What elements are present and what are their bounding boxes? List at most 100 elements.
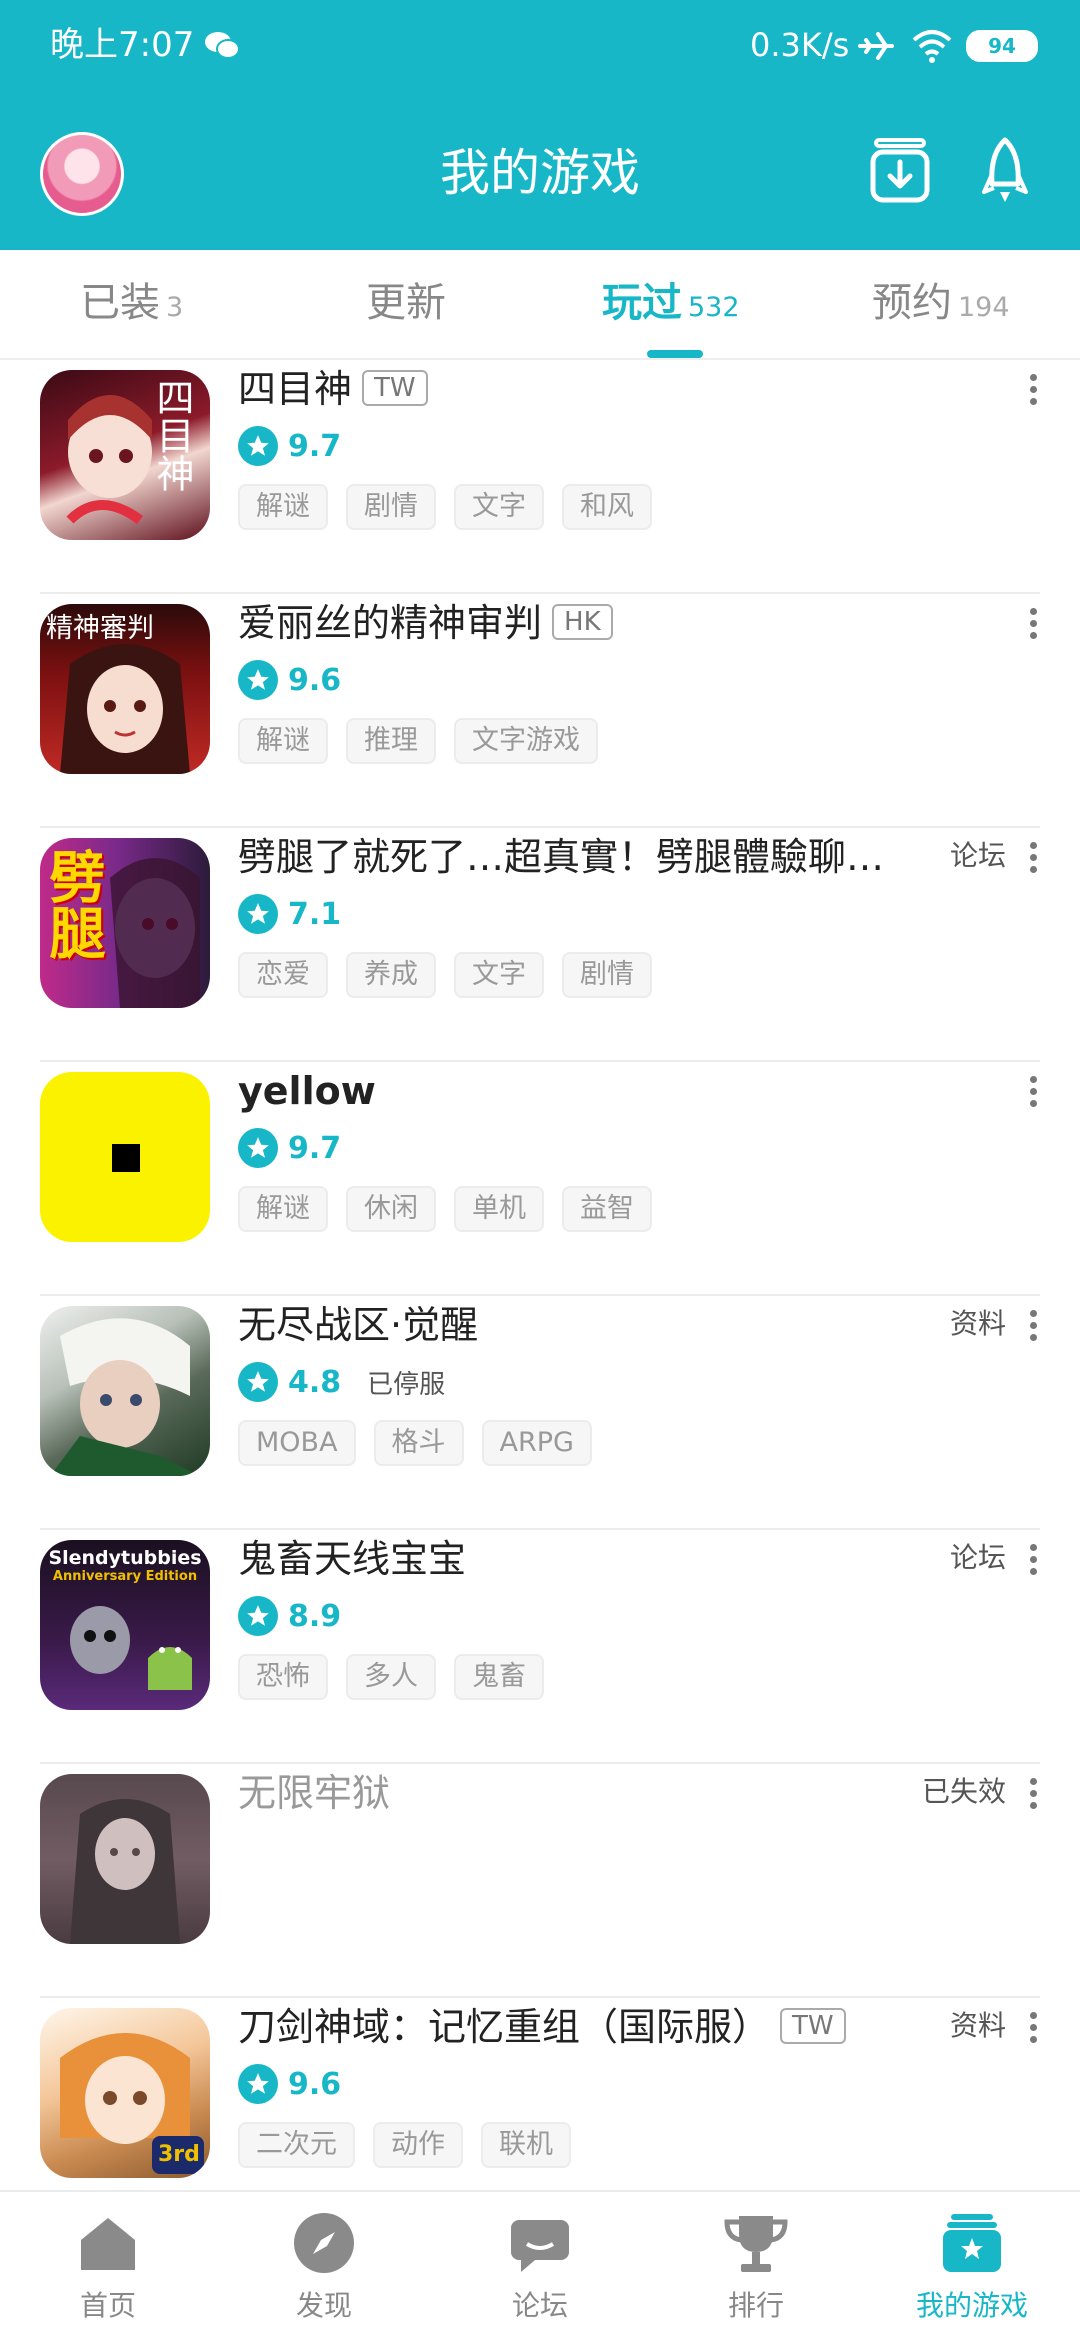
more-options-icon[interactable] xyxy=(1027,1778,1039,1812)
star-icon xyxy=(238,1128,278,1168)
tab-label: 玩过 xyxy=(602,280,682,326)
region-badge: TW xyxy=(362,369,428,406)
tag[interactable]: 文字 xyxy=(454,952,544,998)
tag[interactable]: 联机 xyxy=(481,2122,571,2168)
tag-list: 二次元 动作 联机 xyxy=(238,2122,589,2168)
compass-icon xyxy=(294,2213,354,2273)
status-time: 晚上7:07 xyxy=(50,25,195,65)
tag[interactable]: 剧情 xyxy=(562,952,652,998)
list-item[interactable]: 无尽战区·觉醒 资料 4.8 已停服 MOBA 格斗 ARPG xyxy=(0,1296,1080,1530)
download-manager-icon[interactable] xyxy=(870,138,930,204)
tab-updates[interactable]: 更新 xyxy=(366,276,446,330)
game-icon xyxy=(40,1774,210,1944)
tab-label: 更新 xyxy=(366,280,446,326)
status-bar: 晚上7:07 0.3K/s 94 xyxy=(0,0,1080,90)
tag[interactable]: 鬼畜 xyxy=(454,1654,544,1700)
rating: 9.7 xyxy=(238,424,341,468)
tag[interactable]: 恋爱 xyxy=(238,952,328,998)
tag[interactable]: 推理 xyxy=(346,718,436,764)
tab-played[interactable]: 玩过 532 xyxy=(602,276,740,335)
list-item[interactable]: 四目神 四目神 TW 9.7 解谜 剧情 文字 和风 xyxy=(0,360,1080,594)
tab-label: 已装 xyxy=(80,280,160,326)
rocket-icon[interactable] xyxy=(980,136,1030,206)
battery-icon: 94 xyxy=(966,30,1038,62)
tab-installed[interactable]: 已装 3 xyxy=(80,276,183,335)
tag[interactable]: 解谜 xyxy=(238,1186,328,1232)
list-item[interactable]: 劈腿 劈腿了就死了…超真實！劈腿體驗聊… 论坛 7.1 恋爱 养成 文字 剧情 xyxy=(0,828,1080,1062)
nav-ranking[interactable]: 排行 xyxy=(676,2210,836,2326)
nav-home[interactable]: 首页 xyxy=(28,2210,188,2326)
game-icon: 劈腿 xyxy=(40,838,210,1008)
list-item[interactable]: yellow 9.7 解谜 休闲 单机 益智 xyxy=(0,1062,1080,1296)
list-item[interactable]: Slendytubbies Anniversary Edition 鬼畜天线宝宝… xyxy=(0,1530,1080,1764)
nav-my-games[interactable]: 我的游戏 xyxy=(892,2210,1052,2326)
star-icon xyxy=(238,894,278,934)
star-icon xyxy=(238,426,278,466)
game-icon-art xyxy=(70,1799,180,1944)
tag[interactable]: 动作 xyxy=(373,2122,463,2168)
forum-link[interactable]: 论坛 xyxy=(950,836,1006,876)
rating: 4.8 已停服 xyxy=(238,1360,445,1404)
network-speed: 0.3K/s xyxy=(750,26,850,64)
game-name: 鬼畜天线宝宝 xyxy=(238,1530,466,1588)
more-options-icon[interactable] xyxy=(1027,1544,1039,1578)
wechat-icon xyxy=(205,32,240,59)
chat-icon xyxy=(511,2220,569,2272)
forum-link[interactable]: 论坛 xyxy=(950,1538,1006,1578)
tag[interactable]: MOBA xyxy=(238,1420,356,1466)
list-item[interactable]: 无限牢狱 已失效 xyxy=(0,1764,1080,1998)
region-badge: TW xyxy=(780,2007,846,2044)
tag[interactable]: 和风 xyxy=(562,484,652,530)
nav-forum[interactable]: 论坛 xyxy=(460,2210,620,2326)
list-item[interactable]: 精神審判 爱丽丝的精神审判 HK 9.6 解谜 推理 文字游戏 xyxy=(0,594,1080,828)
tab-count: 194 xyxy=(958,292,1010,323)
tag[interactable]: 二次元 xyxy=(238,2122,355,2168)
tag-list: 恐怖 多人 鬼畜 xyxy=(238,1654,562,1700)
game-title: yellow xyxy=(238,1069,376,1113)
rating: 9.6 xyxy=(238,658,341,702)
game-name: 无尽战区·觉醒 xyxy=(238,1296,478,1354)
game-icon: 3rd xyxy=(40,2008,210,2178)
tab-count: 3 xyxy=(166,292,184,323)
nav-discover[interactable]: 发现 xyxy=(244,2210,404,2326)
tag[interactable]: 养成 xyxy=(346,952,436,998)
tab-reserved[interactable]: 预约 194 xyxy=(872,276,1010,335)
tag[interactable]: 恐怖 xyxy=(238,1654,328,1700)
info-link[interactable]: 资料 xyxy=(950,1304,1006,1344)
game-name: 四目神 TW xyxy=(238,360,428,418)
info-link[interactable]: 资料 xyxy=(950,2006,1006,2046)
tab-bar: 已装 3 更新 玩过 532 预约 194 xyxy=(0,250,1080,360)
tag[interactable]: 文字 xyxy=(454,484,544,530)
tag[interactable]: 解谜 xyxy=(238,484,328,530)
game-name: 劈腿了就死了…超真實！劈腿體驗聊… xyxy=(238,828,884,886)
score: 9.7 xyxy=(288,1130,342,1166)
score: 4.8 xyxy=(288,1364,342,1400)
more-options-icon[interactable] xyxy=(1027,1076,1039,1110)
tag[interactable]: 单机 xyxy=(454,1186,544,1232)
game-icon-text: Slendytubbies xyxy=(48,1547,202,1569)
game-name: 无限牢狱 xyxy=(238,1764,390,1822)
airplane-icon xyxy=(858,32,894,60)
rating: 7.1 xyxy=(238,892,341,936)
game-icon-text: 四目神 xyxy=(150,378,194,492)
rating: 9.7 xyxy=(238,1126,341,1170)
tag[interactable]: 格斗 xyxy=(373,1420,464,1466)
tag[interactable]: 剧情 xyxy=(346,484,436,530)
tag[interactable]: 多人 xyxy=(346,1654,436,1700)
list-item[interactable]: 3rd 刀剑神域：记忆重组（国际服） TW 资料 9.6 二次元 动作 联机 xyxy=(0,1998,1080,2190)
nav-label: 我的游戏 xyxy=(915,2289,1028,2322)
black-square-icon xyxy=(112,1144,140,1172)
score: 9.7 xyxy=(288,428,342,464)
more-options-icon[interactable] xyxy=(1027,842,1039,876)
tag[interactable]: ARPG xyxy=(481,1420,592,1466)
tag[interactable]: 休闲 xyxy=(346,1186,436,1232)
game-icon: 精神審判 xyxy=(40,604,210,774)
tag[interactable]: 文字游戏 xyxy=(454,718,598,764)
more-options-icon[interactable] xyxy=(1027,374,1039,408)
more-options-icon[interactable] xyxy=(1027,1310,1039,1344)
tag[interactable]: 益智 xyxy=(562,1186,652,1232)
game-icon-subtext: Anniversary Edition xyxy=(52,1569,198,1584)
more-options-icon[interactable] xyxy=(1027,608,1039,642)
more-options-icon[interactable] xyxy=(1027,2012,1039,2046)
tag[interactable]: 解谜 xyxy=(238,718,328,764)
